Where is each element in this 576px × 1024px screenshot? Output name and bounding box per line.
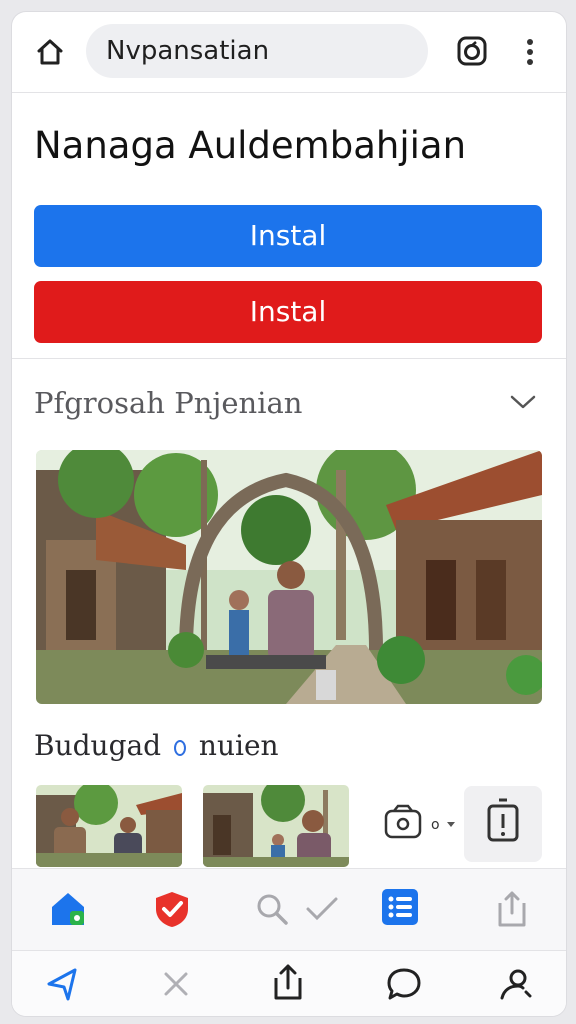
- section-divider: [12, 358, 566, 359]
- search-input[interactable]: Nvpansatian: [86, 24, 428, 78]
- search-icon[interactable]: [252, 889, 292, 929]
- camera-tool-icon[interactable]: o: [384, 802, 460, 846]
- close-icon[interactable]: [156, 964, 196, 1004]
- tools-label: o: [431, 817, 440, 833]
- thumbnail-1[interactable]: [36, 785, 182, 867]
- install-button-secondary[interactable]: Instal: [34, 281, 542, 343]
- upload-icon[interactable]: [268, 962, 308, 1002]
- hero-photo[interactable]: [36, 450, 542, 704]
- section2-title-start: Budugad: [34, 729, 162, 762]
- install-button-primary[interactable]: Instal: [34, 205, 542, 267]
- section-title: Pfgrosah Pnjenian: [34, 386, 303, 420]
- bottom-nav: [12, 950, 566, 1016]
- share-icon[interactable]: [492, 889, 532, 929]
- section2-title-end: nuien: [198, 729, 279, 762]
- top-bar: Nvpansatian: [12, 12, 566, 92]
- thumbnail-2[interactable]: [203, 785, 349, 867]
- bookmark-card[interactable]: [464, 786, 542, 862]
- chevron-down-icon[interactable]: [508, 390, 538, 414]
- shield-check-icon[interactable]: [152, 889, 192, 929]
- chat-icon[interactable]: [384, 964, 424, 1004]
- more-vertical-icon[interactable]: [518, 36, 542, 68]
- tab-bar: [12, 868, 566, 950]
- profile-icon[interactable]: [496, 964, 536, 1004]
- app-window: Nvpansatian Nanaga Auldembahjian Instal …: [12, 12, 566, 1016]
- section-title-2: Budugad nuien: [34, 729, 279, 762]
- top-divider: [12, 92, 566, 93]
- send-icon[interactable]: [42, 964, 82, 1004]
- list-icon[interactable]: [380, 887, 420, 927]
- home-icon[interactable]: [48, 889, 88, 929]
- dot-icon: [174, 739, 187, 756]
- check-icon[interactable]: [302, 889, 342, 929]
- ring-icon[interactable]: [456, 35, 488, 67]
- page-title: Nanaga Auldembahjian: [34, 124, 467, 167]
- bookmark-icon: [487, 798, 519, 842]
- home-icon[interactable]: [34, 36, 66, 68]
